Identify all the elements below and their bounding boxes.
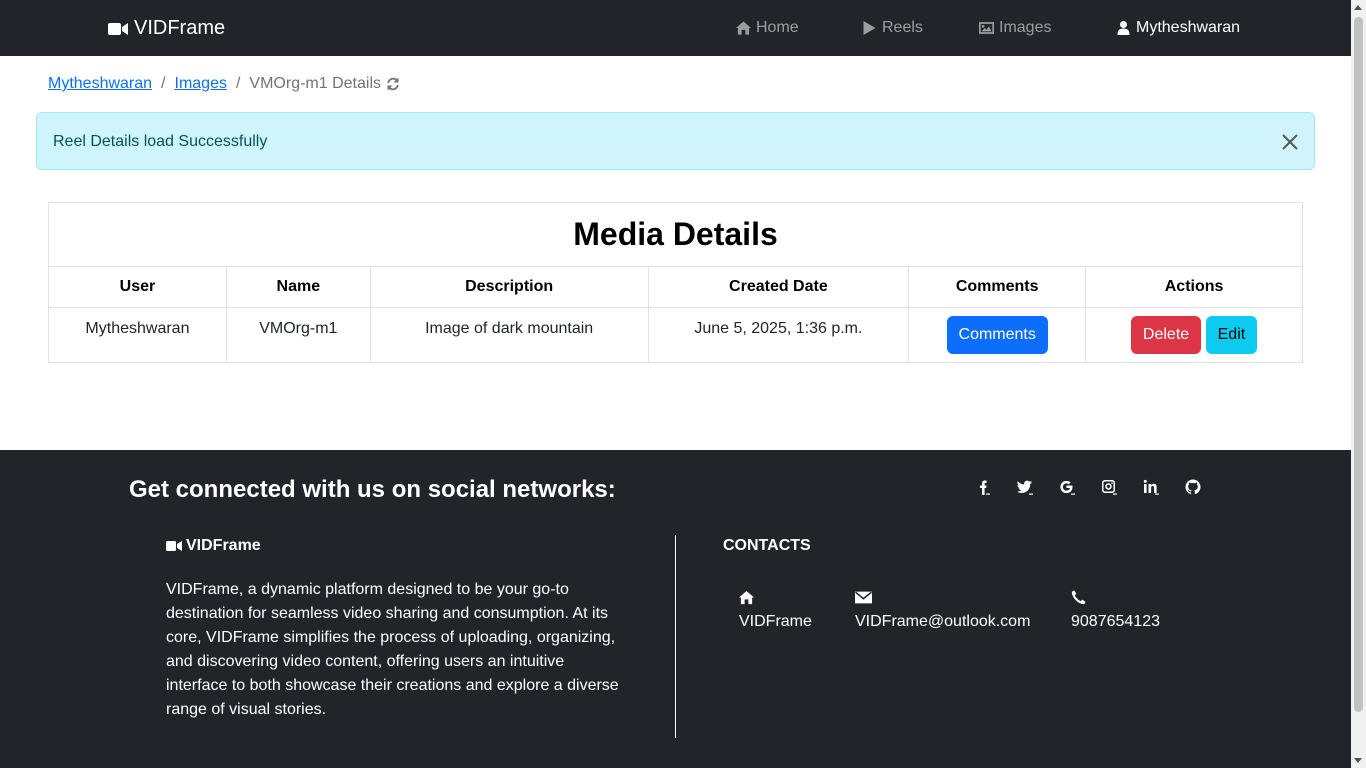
envelope-icon [855,591,872,604]
breadcrumb-current: VMOrg-m1 Details [249,75,381,92]
nav-images-label: Images [999,19,1052,36]
github-icon[interactable] [1185,478,1227,496]
breadcrumb-separator: / [235,75,241,92]
navbar: VIDFrame Home Reels Images Mytheshwaran [0,0,1351,56]
footer-description: VIDFrame, a dynamic platform designed to… [166,581,619,718]
google-icon[interactable] [1059,478,1101,496]
video-camera-icon [108,22,128,35]
cell-name: VMOrg-m1 [225,307,371,363]
cell-comments: Comments [908,307,1087,363]
instagram-icon[interactable] [1101,478,1143,496]
twitter-icon[interactable] [1017,478,1059,496]
cell-description: Image of dark mountain [369,307,649,363]
brand-label: VIDFrame [134,17,226,39]
header-name: Name [225,266,371,308]
nav-home[interactable]: Home [736,19,799,37]
contact-phone: 9087654123 [1071,590,1160,631]
home-icon [739,590,754,605]
close-icon[interactable] [1280,132,1300,152]
header-user: User [48,266,227,308]
header-comments: Comments [908,266,1087,308]
social-heading: Get connected with us on social networks… [129,476,616,503]
video-camera-icon [166,541,182,551]
nav-reels-label: Reels [882,19,923,36]
header-created-date: Created Date [647,266,910,308]
breadcrumb-user-link[interactable]: Mytheshwaran [48,75,152,93]
delete-button[interactable]: Delete [1130,316,1202,354]
phone-icon [1071,590,1086,605]
table-row: Mytheshwaran VMOrg-m1 Image of dark moun… [48,307,1303,363]
breadcrumb-images-link[interactable]: Images [175,75,227,93]
table-title: Media Details [48,202,1303,267]
scroll-thumb[interactable] [1354,17,1363,712]
cell-created-date: June 5, 2025, 1:36 p.m. [647,307,910,363]
table-header-row: User Name Description Created Date Comme… [48,266,1303,308]
media-details-table: Media Details User Name Description Crea… [48,202,1303,363]
cell-actions: Delete Edit [1085,307,1303,363]
nav-user[interactable]: Mytheshwaran [1116,19,1240,37]
nav-reels[interactable]: Reels [862,19,923,37]
home-icon [736,21,751,35]
cell-user: Mytheshwaran [48,307,227,363]
social-icons [975,478,1227,496]
footer-brand-label: VIDFrame [186,537,261,554]
contact-address-text: VIDFrame [739,613,812,630]
footer-brand: VIDFrame [166,537,261,555]
contact-phone-text: 9087654123 [1071,613,1160,630]
breadcrumb: Mytheshwaran / Images / VMOrg-m1 Details [48,75,400,93]
nav-user-label: Mytheshwaran [1136,19,1241,36]
image-icon [979,22,994,34]
nav-home-label: Home [756,19,799,36]
scroll-down-arrow-icon[interactable] [1354,758,1362,763]
brand-link[interactable]: VIDFrame [108,17,225,40]
footer: Get connected with us on social networks… [0,450,1351,768]
breadcrumb-separator: / [161,75,166,92]
contact-address: VIDFrame [739,590,812,631]
success-alert: Reel Details load Successfully [36,112,1315,170]
nav-images[interactable]: Images [979,19,1051,37]
header-description: Description [369,266,649,308]
refresh-icon[interactable] [386,77,400,91]
contacts-heading: CONTACTS [723,537,811,554]
comments-button[interactable]: Comments [946,316,1048,354]
linkedin-icon[interactable] [1143,478,1185,496]
contact-email-text[interactable]: VIDFrame@outlook.com [855,613,1030,630]
user-icon [1117,21,1130,35]
edit-button[interactable]: Edit [1205,316,1258,354]
facebook-icon[interactable] [975,478,1017,496]
header-actions: Actions [1085,266,1303,308]
scrollbar[interactable] [1351,0,1366,768]
footer-divider [675,535,676,738]
play-icon [863,21,876,35]
scroll-up-arrow-icon[interactable] [1354,5,1362,10]
alert-message: Reel Details load Successfully [53,133,268,150]
contact-email: VIDFrame@outlook.com [855,590,1030,631]
